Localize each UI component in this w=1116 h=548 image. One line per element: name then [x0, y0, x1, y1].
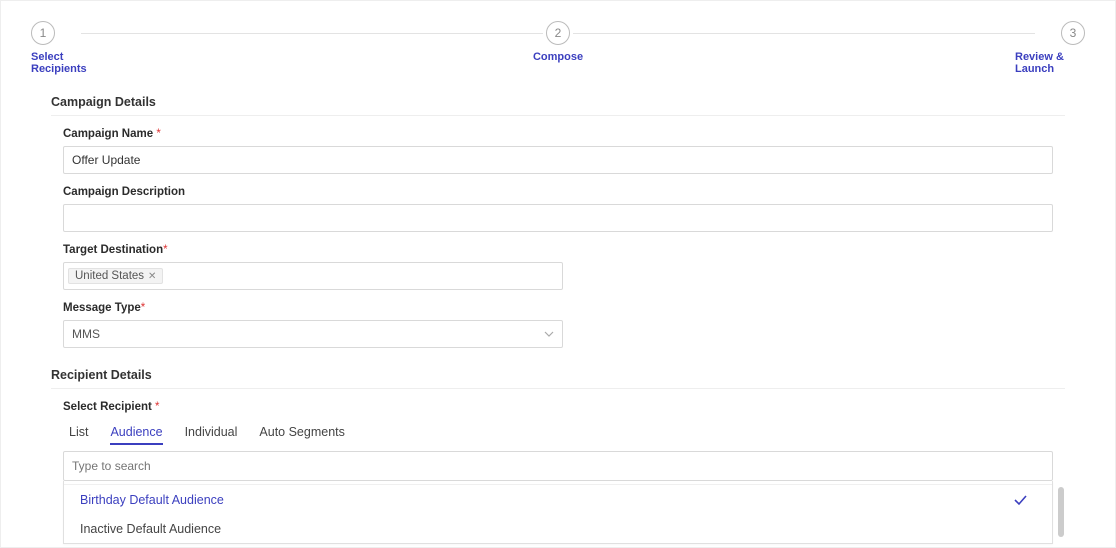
stepper: 1 Select Recipients 2 Compose 3 Review &…	[1, 1, 1115, 75]
message-type-value: MMS	[72, 327, 100, 341]
recipient-tabs: List Audience Individual Auto Segments	[51, 423, 1065, 451]
message-type-label-text: Message Type	[63, 302, 141, 314]
step-2-label: Compose	[533, 51, 583, 63]
step-2-circle: 2	[546, 21, 570, 45]
message-type-select[interactable]: MMS	[63, 320, 563, 348]
step-3-num: 3	[1070, 26, 1077, 40]
target-destination-field: Target Destination* United States ✕	[51, 244, 1065, 302]
tab-auto-segments[interactable]: Auto Segments	[259, 425, 344, 445]
campaign-details-section: Campaign Details Campaign Name * Campaig…	[1, 75, 1115, 360]
campaign-desc-field: Campaign Description	[51, 186, 1065, 244]
step-3-label: Review & Launch	[1015, 51, 1085, 75]
step-3[interactable]: 3 Review & Launch	[1015, 21, 1085, 75]
check-icon	[1012, 492, 1028, 508]
message-type-label: Message Type*	[63, 302, 1053, 314]
message-type-field: Message Type* MMS	[51, 302, 1065, 360]
campaign-name-label-text: Campaign Name	[63, 128, 153, 140]
required-asterisk: *	[155, 401, 159, 413]
campaign-desc-label: Campaign Description	[63, 186, 1053, 198]
section-divider	[51, 388, 1065, 389]
page: 1 Select Recipients 2 Compose 3 Review &…	[0, 0, 1116, 548]
recipient-details-section: Recipient Details Select Recipient * Lis…	[1, 360, 1115, 544]
step-1[interactable]: 1 Select Recipients	[31, 21, 101, 75]
audience-option-label: Inactive Default Audience	[80, 522, 221, 536]
target-tag-united-states: United States ✕	[68, 268, 163, 284]
step-1-num: 1	[40, 26, 47, 40]
select-recipient-label: Select Recipient *	[63, 401, 1053, 413]
chevron-down-icon	[544, 329, 554, 339]
audience-option-inactive[interactable]: Inactive Default Audience	[64, 515, 1052, 543]
required-asterisk: *	[163, 244, 167, 256]
remove-tag-icon[interactable]: ✕	[148, 271, 156, 282]
tab-list[interactable]: List	[69, 425, 88, 445]
step-2-num: 2	[555, 26, 562, 40]
target-label: Target Destination*	[63, 244, 1053, 256]
tab-audience[interactable]: Audience	[110, 425, 162, 445]
campaign-desc-input[interactable]	[63, 204, 1053, 232]
select-recipient-field: Select Recipient *	[51, 401, 1065, 423]
section-divider	[51, 115, 1065, 116]
select-recipient-label-text: Select Recipient	[63, 401, 152, 413]
required-asterisk: *	[141, 302, 145, 314]
target-tag-label: United States	[75, 270, 144, 282]
step-1-circle: 1	[31, 21, 55, 45]
audience-option-birthday[interactable]: Birthday Default Audience	[64, 485, 1052, 515]
step-2[interactable]: 2 Compose	[101, 21, 1015, 63]
target-destination-input[interactable]: United States ✕	[63, 262, 563, 290]
campaign-name-label: Campaign Name *	[63, 128, 1053, 140]
audience-option-label: Birthday Default Audience	[80, 493, 224, 507]
step-1-label: Select Recipients	[31, 51, 101, 75]
target-label-text: Target Destination	[63, 244, 163, 256]
audience-search-wrap: Birthday Default Audience Inactive Defau…	[51, 451, 1065, 544]
required-asterisk: *	[156, 128, 160, 140]
audience-dropdown: Birthday Default Audience Inactive Defau…	[63, 481, 1053, 544]
campaign-name-input[interactable]	[63, 146, 1053, 174]
audience-search-input[interactable]	[63, 451, 1053, 481]
tab-individual[interactable]: Individual	[185, 425, 238, 445]
dropdown-scrollbar[interactable]	[1058, 487, 1064, 537]
campaign-name-field: Campaign Name *	[51, 128, 1065, 186]
recipient-section-title: Recipient Details	[51, 368, 1065, 382]
campaign-section-title: Campaign Details	[51, 95, 1065, 109]
step-3-circle: 3	[1061, 21, 1085, 45]
